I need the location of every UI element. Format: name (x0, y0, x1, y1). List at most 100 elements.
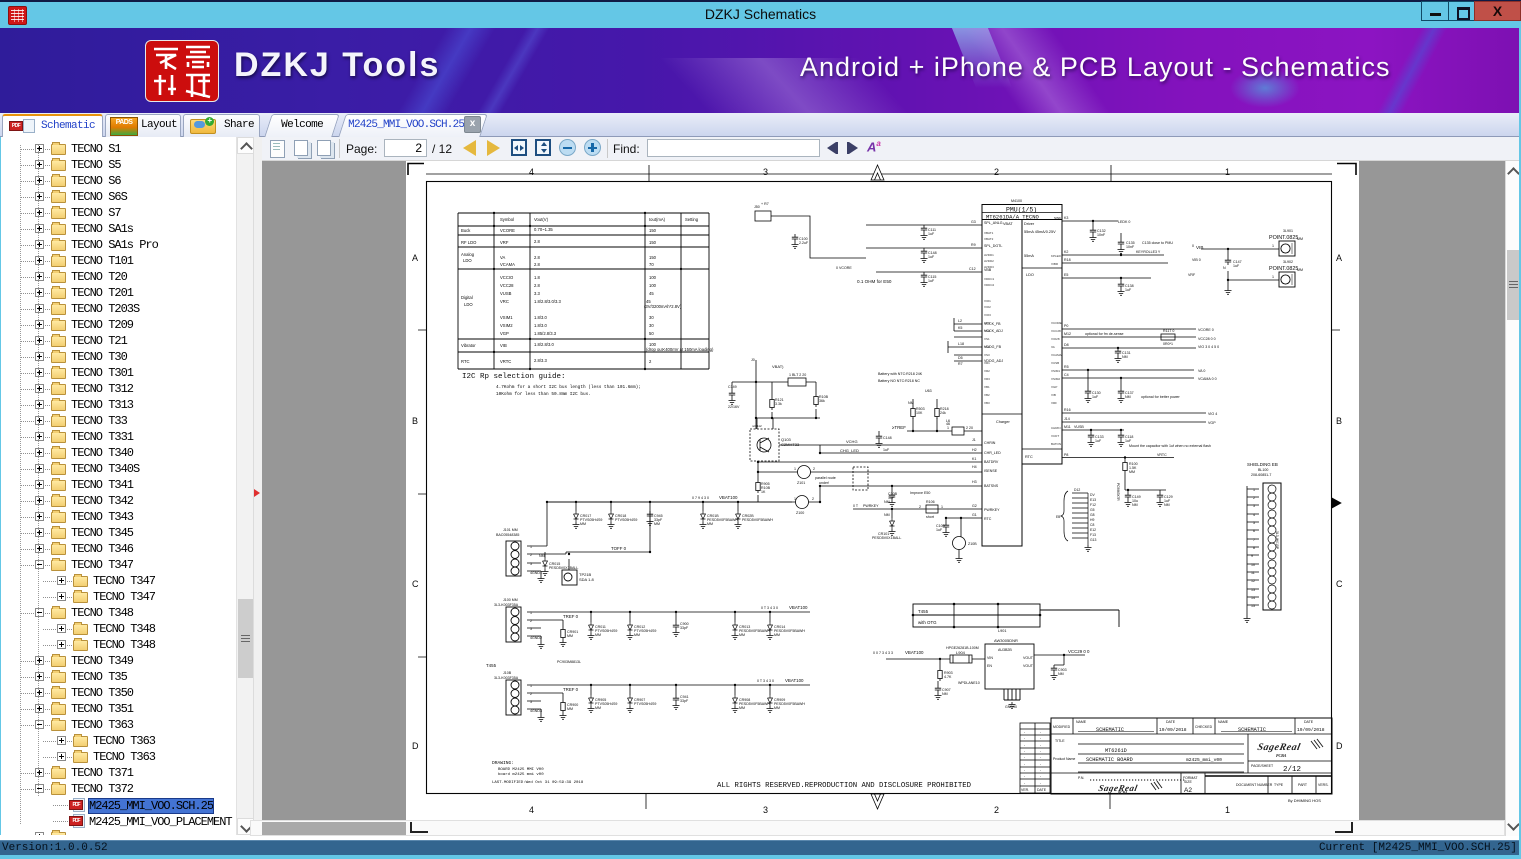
svg-text:1.85/2.8/3.3: 1.85/2.8/3.3 (534, 331, 557, 336)
svg-text:≥TREF: ≥TREF (892, 425, 906, 430)
svg-text:0: 0 (1192, 244, 1194, 248)
svg-text:G13: G13 (1090, 538, 1097, 542)
svg-text:G1: G1 (972, 513, 977, 517)
svg-text:L18: L18 (958, 342, 964, 346)
svg-text:150: 150 (649, 255, 657, 260)
svg-text:VR3: VR3 (984, 377, 990, 381)
svg-text:NM: NM (1164, 503, 1170, 507)
svg-text:1uF: 1uF (1125, 288, 1132, 292)
svg-text:0 0 7 3 4 3 3: 0 0 7 3 4 3 3 (873, 651, 893, 655)
svg-text:ALL RIGHTS RESERVED.REPRODUCTI: ALL RIGHTS RESERVED.REPRODUCTION AND DIS… (717, 782, 972, 790)
svg-text:VBAT100: VBAT100 (905, 650, 924, 655)
svg-text:VIO28: VIO28 (1051, 337, 1060, 341)
svg-text:R16: R16 (1064, 408, 1071, 412)
svg-text:-: - (1040, 730, 1042, 734)
svg-text:KEYROLLE3 Y: KEYROLLE3 Y (1136, 250, 1161, 254)
svg-text:33pF: 33pF (680, 699, 689, 703)
svg-text:2.8: 2.8 (534, 283, 540, 288)
svg-text:15: 15 (1251, 604, 1255, 608)
svg-text:M12: M12 (1064, 332, 1071, 336)
svg-text:1uF: 1uF (936, 528, 943, 532)
svg-text:D8: D8 (1064, 343, 1069, 347)
svg-text:C4: C4 (1064, 373, 1069, 377)
svg-text:2.8: 2.8 (534, 239, 540, 244)
svg-text:J1: J1 (972, 438, 976, 442)
svg-text:2.8: 2.8 (534, 262, 540, 267)
svg-text:C8: C8 (1090, 523, 1094, 527)
svg-text:13: 13 (1251, 588, 1255, 592)
svg-text:VA: VA (500, 255, 505, 260)
svg-text:4GND1: 4GND1 (530, 571, 542, 575)
svg-text:ISENSE: ISENSE (984, 469, 998, 473)
svg-text:Z101: Z101 (797, 481, 805, 485)
svg-text:Setting: Setting (685, 217, 699, 222)
svg-text:-: - (1024, 755, 1026, 759)
svg-text:R18: R18 (1064, 258, 1071, 262)
svg-text:U63: U63 (925, 389, 932, 393)
svg-text:K1: K1 (972, 457, 976, 461)
svg-text:VBAT): VBAT) (772, 364, 784, 369)
svg-text:PC903M8813L: PC903M8813L (557, 660, 581, 664)
svg-text:4: 4 (529, 805, 534, 815)
svg-text:SINK: SINK (1054, 216, 1061, 220)
svg-text:P8: P8 (1064, 453, 1068, 457)
svg-text:VIB 0: VIB 0 (1192, 258, 1201, 262)
svg-text:3: 3 (530, 562, 532, 566)
svg-text:BATSNS: BATSNS (984, 484, 999, 488)
svg-text:MM: MM (595, 633, 601, 637)
svg-text:3.3: 3.3 (534, 291, 540, 296)
svg-text:-: - (1040, 755, 1042, 759)
svg-text:SCHEMATIC: SCHEMATIC (1096, 727, 1124, 733)
svg-text:L904: L904 (956, 650, 966, 655)
svg-text:2: 2 (530, 553, 532, 557)
svg-text:Vibrator: Vibrator (461, 343, 476, 348)
svg-text:7: 7 (1253, 538, 1255, 542)
svg-text:2: 2 (812, 497, 814, 501)
svg-text:NAME: NAME (1076, 720, 1087, 724)
svg-text:VA 0: VA 0 (1198, 369, 1205, 373)
svg-text:2.8/3.3: 2.8/3.3 (534, 358, 547, 363)
svg-text:C148: C148 (883, 436, 892, 440)
svg-text:1: 1 (794, 497, 796, 501)
svg-text:1uF: 1uF (928, 279, 935, 283)
svg-text:100: 100 (649, 283, 657, 288)
svg-text:NM: NM (1125, 395, 1131, 399)
svg-text:C2MHT33: C2MHT33 (781, 442, 800, 447)
svg-text:1: 1 (1253, 488, 1255, 492)
svg-text:1.8/2.8/3.0: 1.8/2.8/3.0 (534, 342, 554, 347)
svg-text:50: 50 (649, 331, 654, 336)
svg-text:Analog: Analog (461, 252, 475, 257)
svg-text:BL100: BL100 (1258, 468, 1268, 472)
svg-text:NM: NM (884, 500, 890, 504)
svg-text:-: - (1024, 774, 1026, 778)
svg-text:1: 1 (1225, 167, 1230, 177)
svg-text:3L902: 3L902 (1283, 260, 1293, 264)
svg-text:MT6261DA/A TECNO: MT6261DA/A TECNO (986, 214, 1040, 221)
svg-text:Z10B: Z10B (968, 542, 977, 546)
svg-text:VIB: VIB (500, 343, 507, 348)
svg-text:P0: P0 (1064, 324, 1068, 328)
svg-text:VGP: VGP (1051, 385, 1057, 389)
svg-text:VCORE: VCORE (500, 228, 515, 233)
svg-text:4: 4 (1253, 513, 1255, 517)
svg-text:VUSB: VUSB (1074, 425, 1084, 429)
svg-text:-: - (1024, 781, 1026, 785)
svg-text:LAST.MODIFIED:Wed Oct 31 09:59: LAST.MODIFIED:Wed Oct 31 09:59:39 2018 (492, 780, 584, 785)
svg-text:G2: G2 (972, 504, 977, 508)
svg-text:(drop out<400mV at 150mA loadi: (drop out<400mV at 150mA loading) (646, 347, 714, 352)
svg-text:CHRIN: CHRIN (984, 441, 996, 445)
svg-text:C149: C149 (728, 385, 737, 389)
svg-text:NAME: NAME (1218, 720, 1229, 724)
svg-text:optional for better power: optional for better power (1141, 395, 1181, 399)
svg-text:VCC28: VCC28 (500, 283, 514, 288)
svg-text:10: 10 (1251, 563, 1255, 567)
svg-text:VIBR: VIBR (1051, 262, 1059, 266)
svg-text:VB2: VB2 (984, 393, 990, 397)
svg-text:D: D (1336, 741, 1343, 751)
svg-text:-: - (1040, 774, 1042, 778)
svg-text:3.3k: 3.3k (775, 402, 782, 406)
svg-text:G3: G3 (971, 220, 976, 224)
svg-text:J14: J14 (1064, 417, 1070, 421)
svg-text:VDDG_FB: VDDG_FB (984, 345, 1002, 349)
svg-text:VIO1: VIO1 (984, 299, 991, 303)
